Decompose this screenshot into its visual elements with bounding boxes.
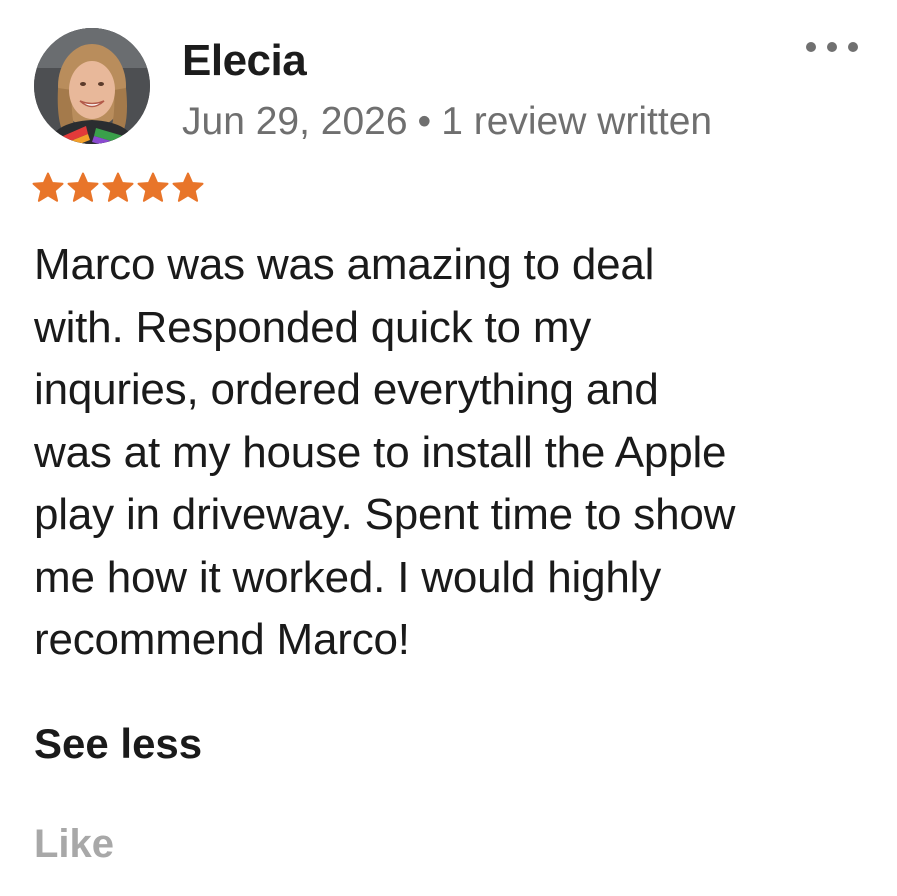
more-options-icon-dot (848, 42, 858, 52)
star-icon (172, 172, 204, 202)
review-text-line: was at my house to install the Apple (34, 427, 727, 477)
star-icon (67, 172, 99, 202)
more-options-icon (806, 42, 816, 52)
star-icon (102, 172, 134, 202)
star-icon (32, 172, 64, 202)
review-text-line: Marco was was amazing to deal (34, 240, 655, 289)
review-text-line: play in driveway. Spent time to show (34, 490, 736, 539)
review-date: Jun 29, 2026 (182, 100, 408, 143)
review-body: Marco was was amazing to deal with. Respo… (34, 234, 864, 672)
reviewer-name[interactable]: Elecia (182, 36, 307, 86)
like-button[interactable]: Like (34, 822, 114, 867)
review-text-line: with. Responded quick to my (34, 302, 592, 352)
avatar[interactable] (34, 28, 150, 144)
star-rating (32, 172, 204, 204)
review-text-line: recommend Marco! (34, 615, 410, 664)
review-text-line: inquries, ordered everything and (34, 365, 659, 414)
see-less-button[interactable]: See less (34, 720, 202, 768)
user-photo-icon (34, 28, 150, 144)
more-options-button[interactable] (806, 34, 858, 60)
star-icon (137, 172, 169, 202)
review-meta: Jun 29, 2026 • 1 review written (182, 100, 712, 144)
review-card: Elecia Jun 29, 2026 • 1 review written Mar… (0, 0, 897, 896)
more-options-icon-dot (827, 42, 837, 52)
review-text-line: me how it worked. I would highly (34, 552, 662, 602)
meta-separator: • (417, 100, 432, 143)
review-count: 1 review written (441, 100, 713, 143)
